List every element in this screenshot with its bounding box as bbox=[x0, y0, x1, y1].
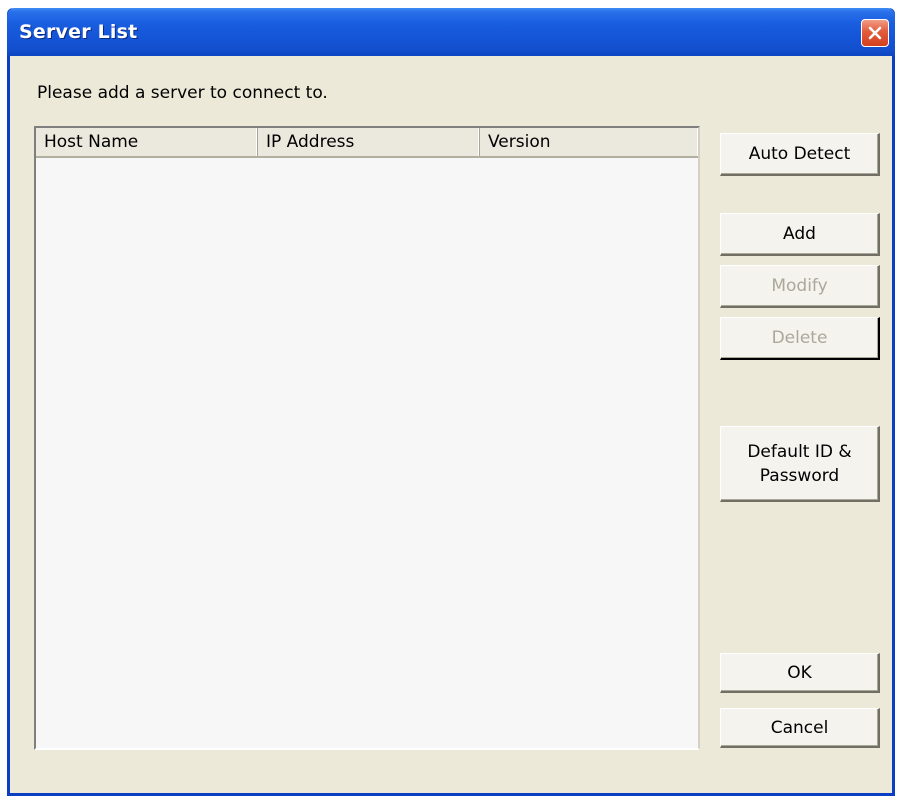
close-icon bbox=[867, 25, 883, 41]
ok-button[interactable]: OK bbox=[720, 653, 880, 693]
cancel-button[interactable]: Cancel bbox=[720, 708, 880, 748]
instruction-text: Please add a server to connect to. bbox=[37, 83, 328, 103]
list-header: Host Name IP Address Version bbox=[36, 128, 698, 158]
modify-button[interactable]: Modify bbox=[720, 265, 880, 308]
title-bar[interactable]: Server List bbox=[7, 8, 895, 56]
window-title: Server List bbox=[19, 21, 138, 43]
column-header-version[interactable]: Version bbox=[480, 128, 698, 156]
column-header-host-name[interactable]: Host Name bbox=[36, 128, 258, 156]
column-header-ip-address[interactable]: IP Address bbox=[258, 128, 480, 156]
default-id-password-button[interactable]: Default ID & Password bbox=[720, 426, 880, 502]
auto-detect-button[interactable]: Auto Detect bbox=[720, 133, 880, 176]
close-button[interactable] bbox=[861, 19, 889, 47]
server-list-dialog: Server List Please add a server to conne… bbox=[7, 8, 895, 796]
server-list-view[interactable]: Host Name IP Address Version bbox=[34, 126, 700, 750]
add-button[interactable]: Add bbox=[720, 213, 880, 256]
delete-button[interactable]: Delete bbox=[720, 317, 880, 360]
